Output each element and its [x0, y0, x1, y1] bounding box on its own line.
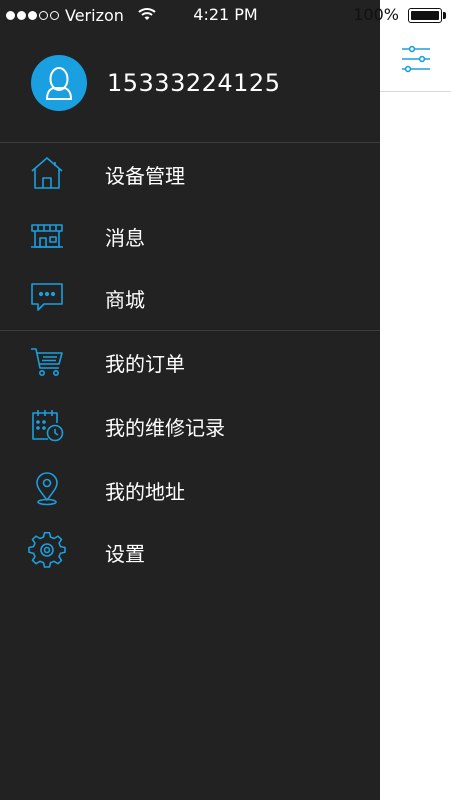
calendar-clock-icon: [32, 410, 64, 442]
profile-section: 15333224125: [0, 30, 380, 142]
menu-label: 我的订单: [105, 352, 185, 376]
menu-label: 设备管理: [105, 164, 185, 188]
user-icon: [45, 67, 73, 100]
filter-sliders-icon: [402, 45, 430, 73]
battery-icon: [408, 8, 442, 23]
user-phone-number: 15333224125: [107, 69, 281, 97]
cart-icon: [31, 348, 63, 376]
menu-item-device-management[interactable]: 设备管理: [0, 142, 380, 204]
battery-percent: 100%: [353, 5, 399, 24]
menu-item-repair-records[interactable]: 我的维修记录: [0, 394, 380, 456]
menu-label: 设置: [105, 542, 145, 566]
home-icon: [31, 157, 63, 189]
storefront-icon: [31, 224, 63, 248]
menu-label: 我的地址: [105, 480, 185, 504]
avatar[interactable]: [31, 55, 87, 111]
menu-item-my-orders[interactable]: 我的订单: [0, 330, 380, 392]
menu-item-my-address[interactable]: 我的地址: [0, 458, 380, 520]
menu-label: 商城: [105, 288, 145, 312]
menu-item-messages[interactable]: 消息: [0, 204, 380, 266]
gear-icon: [28, 532, 66, 568]
location-pin-icon: [36, 472, 58, 506]
menu-item-mall[interactable]: 商城: [0, 266, 380, 328]
status-bar: Verizon 4:21 PM 100%: [0, 0, 451, 30]
chat-bubble-icon: [31, 283, 63, 311]
menu-item-settings[interactable]: 设置: [0, 520, 380, 582]
menu-label: 我的维修记录: [105, 416, 225, 440]
filter-button[interactable]: [398, 44, 434, 76]
menu-label: 消息: [105, 226, 145, 250]
side-drawer: 15333224125 设备管理 消息 商城 我的订单 我的维修记录 我的地址 …: [0, 0, 380, 800]
